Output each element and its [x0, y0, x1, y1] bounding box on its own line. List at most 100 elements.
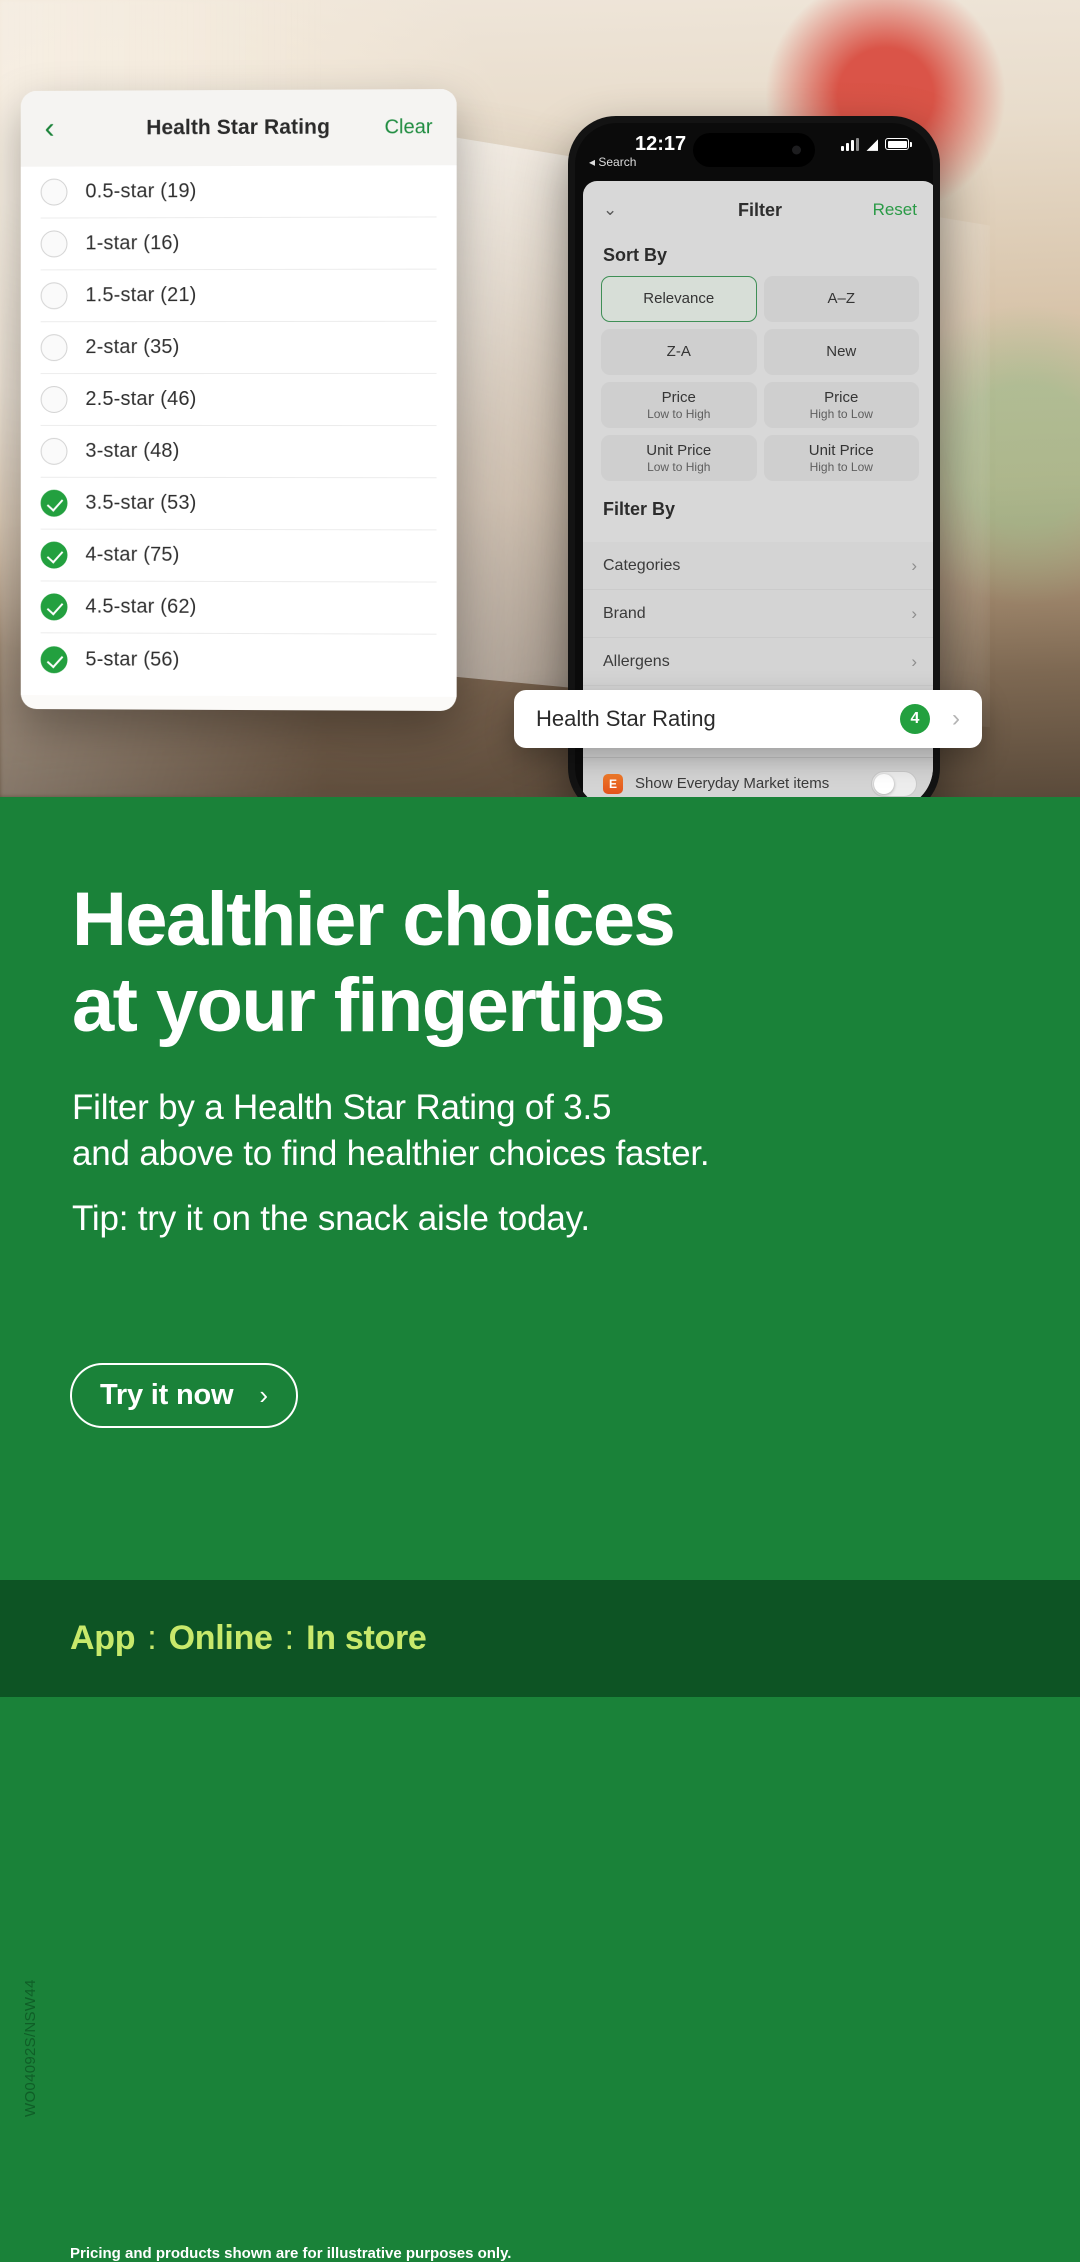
- filter-item-brand[interactable]: Brand ›: [583, 590, 933, 638]
- channel-online: Online: [168, 1619, 273, 1657]
- rating-option-row[interactable]: 2-star (35): [40, 321, 437, 375]
- status-time: 12:17: [635, 133, 687, 155]
- rating-option-label: 4-star (75): [85, 543, 180, 566]
- headline-line-1: Healthier choices: [72, 877, 676, 962]
- sort-option-sublabel: Low to High: [647, 459, 711, 474]
- sort-option-label: Unit Price: [646, 442, 712, 460]
- sort-option-label: A–Z: [827, 290, 855, 308]
- page-title: Healthier choices at your fingertips: [72, 877, 972, 1049]
- chevron-right-icon: ›: [952, 705, 960, 732]
- cellular-signal-icon: [841, 137, 860, 151]
- filter-item-allergens[interactable]: Allergens ›: [583, 638, 933, 686]
- back-to-search-label[interactable]: ◂ Search: [589, 155, 636, 169]
- filter-by-label: Filter By: [603, 499, 676, 519]
- sort-option-new[interactable]: New: [763, 329, 919, 375]
- rating-option-label: 3-star (48): [85, 439, 180, 462]
- sort-option-a-z[interactable]: A–Z: [763, 276, 919, 322]
- cta-label: Try it now: [100, 1379, 234, 1411]
- sort-option-sublabel: High to Low: [809, 406, 873, 421]
- channel-separator: :: [147, 1619, 157, 1657]
- checkbox-checked-icon[interactable]: [40, 489, 68, 517]
- rating-option-row[interactable]: 5-star (56): [40, 633, 437, 687]
- chevron-right-icon: ›: [911, 555, 917, 575]
- rating-option-label: 0.5-star (19): [85, 180, 197, 203]
- chevron-right-icon: ›: [911, 603, 917, 623]
- checkbox-checked-icon[interactable]: [40, 645, 68, 673]
- checkbox-unchecked-icon[interactable]: [40, 386, 68, 413]
- sort-option-label: Z-A: [666, 343, 691, 361]
- rating-option-label: 5-star (56): [85, 647, 180, 671]
- rating-option-label: 4.5-star (62): [85, 595, 197, 618]
- health-star-rating-filter-row[interactable]: Health Star Rating 4 ›: [514, 690, 982, 748]
- promo-section: Healthier choices at your fingertips Fil…: [0, 797, 1080, 2262]
- sort-option-label: Price: [824, 389, 859, 407]
- chevron-right-icon: ›: [911, 651, 917, 671]
- channel-separator: :: [284, 1619, 295, 1657]
- everyday-market-label: Show Everyday Market items: [635, 775, 830, 792]
- chevron-right-icon: ›: [259, 1380, 268, 1410]
- sort-option-label: New: [826, 343, 857, 361]
- sort-option-label: Relevance: [643, 290, 715, 308]
- wifi-icon: ◢: [866, 136, 878, 153]
- channel-app: App: [70, 1619, 136, 1657]
- everyday-market-toggle-row[interactable]: E Show Everyday Market items: [583, 757, 933, 797]
- reset-button[interactable]: Reset: [873, 200, 917, 220]
- body-line-2: and above to find healthier choices fast…: [72, 1133, 710, 1173]
- filter-item-label: Allergens: [603, 652, 670, 670]
- checkbox-checked-icon[interactable]: [40, 593, 68, 621]
- status-bar: ◂ Search 12:17 ◢: [575, 123, 933, 181]
- rating-options-list: 0.5-star (19) 1-star (16) 1.5-star (21) …: [20, 165, 457, 697]
- sort-option-relevance[interactable]: Relevance: [601, 276, 757, 322]
- rating-option-label: 2.5-star (46): [85, 388, 197, 410]
- filter-item-label: Categories: [603, 556, 681, 574]
- checkbox-checked-icon[interactable]: [40, 541, 68, 569]
- try-it-now-button[interactable]: Try it now ›: [70, 1363, 298, 1428]
- body-line-1: Filter by a Health Star Rating of 3.5: [72, 1088, 612, 1127]
- channel-footer-band: App : Online : In store: [0, 1580, 1080, 1697]
- checkbox-unchecked-icon[interactable]: [40, 282, 68, 310]
- sort-option-unit-price-high-low[interactable]: Unit Price High to Low: [763, 435, 919, 481]
- rating-option-label: 1-star (16): [85, 232, 180, 255]
- status-indicators: ◢: [841, 133, 912, 153]
- filter-item-label: Brand: [603, 604, 646, 622]
- sort-option-z-a[interactable]: Z-A: [601, 329, 757, 375]
- health-star-rating-panel: ‹ Health Star Rating Clear 0.5-star (19)…: [20, 88, 457, 712]
- headline-line-2: at your fingertips: [72, 962, 666, 1048]
- checkbox-unchecked-icon[interactable]: [40, 178, 68, 206]
- promo-tip: Tip: try it on the snack aisle today.: [72, 1199, 590, 1238]
- panel-header: ‹ Health Star Rating Clear: [20, 88, 457, 167]
- sort-option-price-low-high[interactable]: Price Low to High: [601, 382, 757, 428]
- disclaimer-text: Pricing and products shown are for illus…: [70, 2245, 512, 2262]
- sort-option-label: Unit Price: [808, 442, 874, 460]
- sort-option-label: Price: [661, 389, 696, 407]
- checkbox-unchecked-icon[interactable]: [40, 437, 68, 465]
- rating-option-label: 2-star (35): [85, 336, 180, 359]
- promo-body-copy: Filter by a Health Star Rating of 3.5 an…: [72, 1085, 892, 1242]
- hero-photo-section: ‹ Health Star Rating Clear 0.5-star (19)…: [0, 0, 1080, 797]
- rating-option-row[interactable]: 0.5-star (19): [40, 165, 437, 219]
- rating-option-row[interactable]: 1-star (16): [40, 217, 437, 271]
- everyday-market-icon: E: [603, 773, 623, 794]
- filter-item-categories[interactable]: Categories ›: [583, 542, 933, 590]
- rating-option-row[interactable]: 4-star (75): [40, 529, 437, 583]
- sort-options-grid: Relevance A–Z Z-A New Price Low to High: [583, 276, 933, 481]
- everyday-market-toggle[interactable]: [871, 770, 917, 797]
- checkbox-unchecked-icon[interactable]: [40, 334, 68, 362]
- sort-by-label: Sort By: [603, 245, 668, 265]
- clear-button[interactable]: Clear: [384, 116, 432, 139]
- rating-option-label: 1.5-star (21): [85, 284, 197, 307]
- rating-option-row[interactable]: 3.5-star (53): [40, 477, 437, 531]
- rating-option-row[interactable]: 4.5-star (62): [40, 581, 437, 635]
- selected-count-badge: 4: [900, 704, 930, 734]
- battery-icon: [885, 138, 912, 150]
- rating-option-row[interactable]: 3-star (48): [40, 425, 437, 479]
- rating-option-row[interactable]: 2.5-star (46): [40, 373, 437, 427]
- pill-label: Health Star Rating: [536, 706, 716, 731]
- sort-option-unit-price-low-high[interactable]: Unit Price Low to High: [601, 435, 757, 481]
- dynamic-island: [693, 133, 815, 167]
- rating-option-row[interactable]: 1.5-star (21): [40, 269, 437, 323]
- channel-in-store: In store: [306, 1619, 427, 1657]
- checkbox-unchecked-icon[interactable]: [40, 230, 68, 258]
- sort-option-sublabel: Low to High: [647, 406, 711, 421]
- sort-option-price-high-low[interactable]: Price High to Low: [763, 382, 919, 428]
